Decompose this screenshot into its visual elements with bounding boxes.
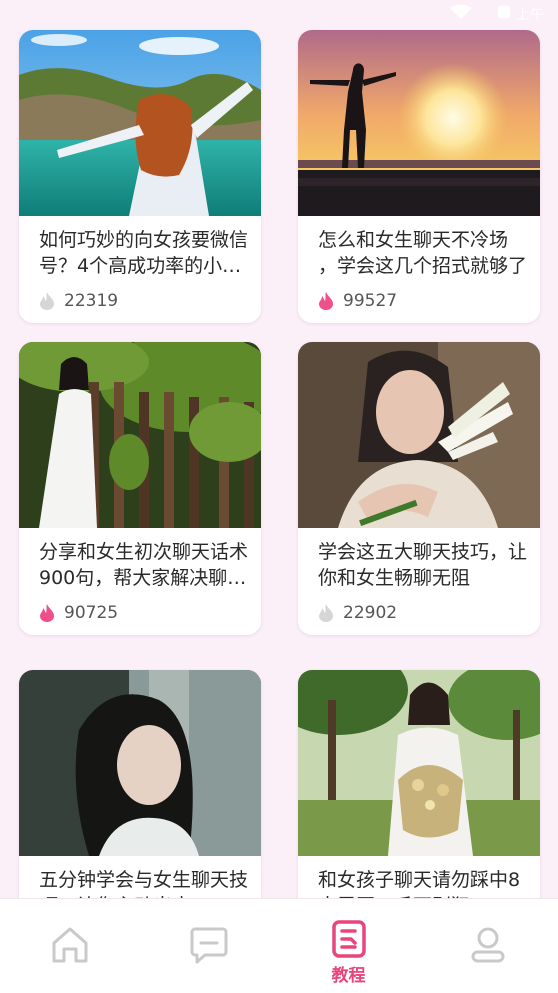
tab-tutorial-label: 教程 bbox=[331, 966, 366, 986]
article-card[interactable]: 如何巧妙的向女孩要微信号？4个高成功率的小技巧 22319 bbox=[19, 30, 261, 323]
article-title: 分享和女生初次聊天话术900句，帮大家解决聊天难题 bbox=[39, 541, 249, 589]
article-card[interactable]: 分享和女生初次聊天话术900句，帮大家解决聊天难题 90725 bbox=[19, 342, 261, 635]
article-card[interactable]: 学会这五大聊天技巧，让你和女生畅聊无阻 22902 bbox=[298, 342, 540, 635]
view-count-value: 22902 bbox=[343, 603, 398, 623]
tab-chat[interactable] bbox=[139, 899, 278, 993]
battery-icon bbox=[498, 6, 510, 18]
status-time: 上午 bbox=[516, 7, 544, 23]
tab-home[interactable] bbox=[0, 899, 139, 993]
view-count-value: 99527 bbox=[343, 291, 398, 311]
view-count: 22902 bbox=[318, 602, 397, 624]
home-icon bbox=[52, 927, 87, 963]
profile-icon bbox=[471, 927, 504, 963]
view-count: 99527 bbox=[318, 290, 397, 312]
article-thumbnail bbox=[298, 342, 540, 528]
tab-tutorial[interactable]: 教程 bbox=[279, 899, 418, 993]
view-count-value: 90725 bbox=[64, 603, 119, 623]
tab-profile[interactable] bbox=[418, 899, 557, 993]
flame-icon bbox=[319, 292, 333, 310]
article-thumbnail bbox=[19, 670, 261, 856]
view-count-value: 22319 bbox=[64, 291, 119, 311]
status-bar: 上午 bbox=[0, 0, 558, 26]
article-card[interactable]: 怎么和女生聊天不冷场 ，学会这几个招式就够了 99527 bbox=[298, 30, 540, 323]
article-thumbnail bbox=[298, 30, 540, 216]
view-count: 90725 bbox=[39, 602, 118, 624]
article-title: 学会这五大聊天技巧，让你和女生畅聊无阻 bbox=[318, 541, 528, 589]
wifi-icon bbox=[450, 5, 472, 19]
flame-icon bbox=[40, 292, 54, 310]
article-title: 如何巧妙的向女孩要微信号？4个高成功率的小技巧 bbox=[39, 229, 249, 277]
chat-icon bbox=[190, 927, 227, 964]
flame-icon bbox=[319, 604, 333, 622]
tutorial-icon bbox=[331, 920, 366, 958]
view-count: 22319 bbox=[39, 290, 118, 312]
article-thumbnail bbox=[298, 670, 540, 856]
article-title: 怎么和女生聊天不冷场 ，学会这几个招式就够了 bbox=[318, 229, 528, 277]
flame-icon bbox=[40, 604, 54, 622]
bottom-tab-bar: 教程 bbox=[0, 898, 558, 993]
article-thumbnail bbox=[19, 342, 261, 528]
article-thumbnail bbox=[19, 30, 261, 216]
